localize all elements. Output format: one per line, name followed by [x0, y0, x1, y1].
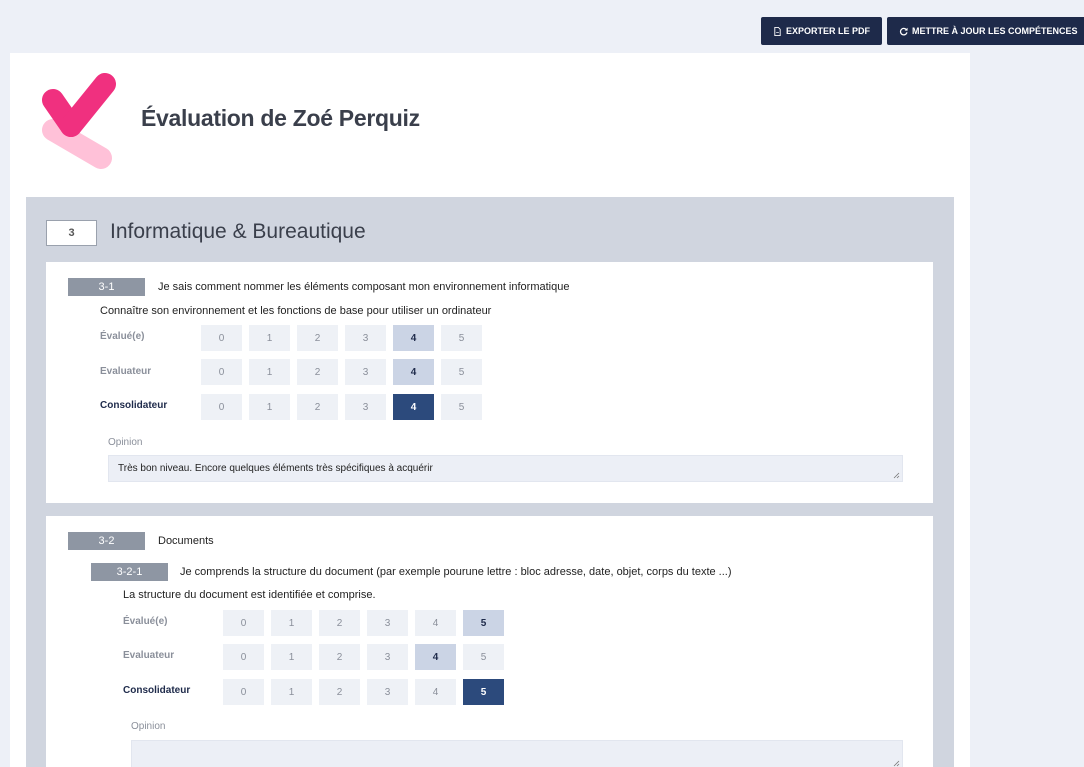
section-number: 3: [46, 220, 97, 246]
rating-option-3[interactable]: 3: [345, 325, 386, 351]
section-title: Informatique & Bureautique: [110, 220, 366, 243]
row-label-evaluateur: Evaluateur: [123, 650, 175, 661]
rating-option-0[interactable]: 0: [201, 359, 242, 385]
competence-section: 3 Informatique & Bureautique 3-1 Je sais…: [26, 197, 954, 767]
competence-code: 3-1: [68, 278, 145, 296]
rating-option-1[interactable]: 1: [249, 325, 290, 351]
sub-competence-description: La structure du document est identifiée …: [123, 589, 376, 601]
rating-option-1[interactable]: 1: [271, 610, 312, 636]
rating-option-0[interactable]: 0: [201, 325, 242, 351]
rating-option-1[interactable]: 1: [271, 644, 312, 670]
update-skills-button[interactable]: METTRE À JOUR LES COMPÉTENCES: [887, 17, 1084, 45]
rating-option-5[interactable]: 5: [463, 679, 504, 705]
export-pdf-label: EXPORTER LE PDF: [786, 26, 871, 36]
refresh-icon: [899, 27, 908, 35]
scale-evalue: 012345: [201, 325, 482, 351]
row-label-consolidateur: Consolidateur: [100, 400, 168, 411]
row-label-consolidateur: Consolidateur: [123, 685, 191, 696]
rating-option-3[interactable]: 3: [367, 610, 408, 636]
rating-option-0[interactable]: 0: [201, 394, 242, 420]
scale-evaluateur: 012345: [223, 644, 504, 670]
scale-consolidateur: 012345: [223, 679, 504, 705]
rating-option-0[interactable]: 0: [223, 610, 264, 636]
resize-handle-icon[interactable]: [893, 472, 900, 479]
rating-option-1[interactable]: 1: [249, 394, 290, 420]
rating-option-5[interactable]: 5: [463, 644, 504, 670]
rating-option-2[interactable]: 2: [297, 394, 338, 420]
update-skills-label: METTRE À JOUR LES COMPÉTENCES: [912, 26, 1078, 36]
page-title: Évaluation de Zoé Perquiz: [141, 105, 420, 131]
rating-option-2[interactable]: 2: [319, 644, 360, 670]
opinion-textarea[interactable]: Très bon niveau. Encore quelques élément…: [108, 455, 903, 482]
row-label-evaluateur: Evaluateur: [100, 366, 152, 377]
opinion-label: Opinion: [108, 437, 143, 448]
rating-option-5[interactable]: 5: [441, 325, 482, 351]
rating-option-3[interactable]: 3: [345, 394, 386, 420]
rating-option-2[interactable]: 2: [319, 610, 360, 636]
competence-description: Connaître son environnement et les fonct…: [100, 305, 492, 317]
rating-option-5[interactable]: 5: [441, 394, 482, 420]
evaluation-card: Évaluation de Zoé Perquiz 3 Informatique…: [10, 53, 970, 767]
rating-option-3[interactable]: 3: [345, 359, 386, 385]
competence-block-3-1: 3-1 Je sais comment nommer les éléments …: [46, 262, 933, 503]
rating-option-3[interactable]: 3: [367, 644, 408, 670]
opinion-label: Opinion: [131, 721, 166, 732]
toolbar: EXPORTER LE PDF METTRE À JOUR LES COMPÉT…: [761, 17, 1084, 45]
scale-evaluateur: 012345: [201, 359, 482, 385]
rating-option-2[interactable]: 2: [297, 325, 338, 351]
rating-option-2[interactable]: 2: [319, 679, 360, 705]
sub-competence-text: Je comprends la structure du document (p…: [180, 566, 732, 578]
row-label-evalue: Évalué(e): [123, 616, 168, 627]
rating-option-1[interactable]: 1: [249, 359, 290, 385]
rating-option-3[interactable]: 3: [367, 679, 408, 705]
rating-option-4[interactable]: 4: [415, 644, 456, 670]
rating-option-0[interactable]: 0: [223, 679, 264, 705]
competence-code: 3-2: [68, 532, 145, 550]
scale-evalue: 012345: [223, 610, 504, 636]
rating-option-4[interactable]: 4: [393, 359, 434, 385]
rating-option-4[interactable]: 4: [415, 610, 456, 636]
brand-logo: [42, 73, 116, 169]
rating-option-2[interactable]: 2: [297, 359, 338, 385]
rating-option-4[interactable]: 4: [393, 325, 434, 351]
rating-option-1[interactable]: 1: [271, 679, 312, 705]
rating-option-4[interactable]: 4: [393, 394, 434, 420]
opinion-text: Très bon niveau. Encore quelques élément…: [118, 463, 433, 474]
sub-competence-code: 3-2-1: [91, 563, 168, 581]
resize-handle-icon[interactable]: [893, 760, 900, 767]
scale-consolidateur: 012345: [201, 394, 482, 420]
competence-text: Documents: [158, 535, 214, 547]
pdf-file-icon: [774, 26, 781, 36]
rating-option-5[interactable]: 5: [441, 359, 482, 385]
rating-option-4[interactable]: 4: [415, 679, 456, 705]
opinion-textarea[interactable]: [131, 740, 903, 767]
rating-option-0[interactable]: 0: [223, 644, 264, 670]
rating-option-5[interactable]: 5: [463, 610, 504, 636]
competence-text: Je sais comment nommer les éléments comp…: [158, 281, 570, 293]
row-label-evalue: Évalué(e): [100, 331, 145, 342]
export-pdf-button[interactable]: EXPORTER LE PDF: [761, 17, 883, 45]
competence-block-3-2: 3-2 Documents 3-2-1 Je comprends la stru…: [46, 516, 933, 767]
